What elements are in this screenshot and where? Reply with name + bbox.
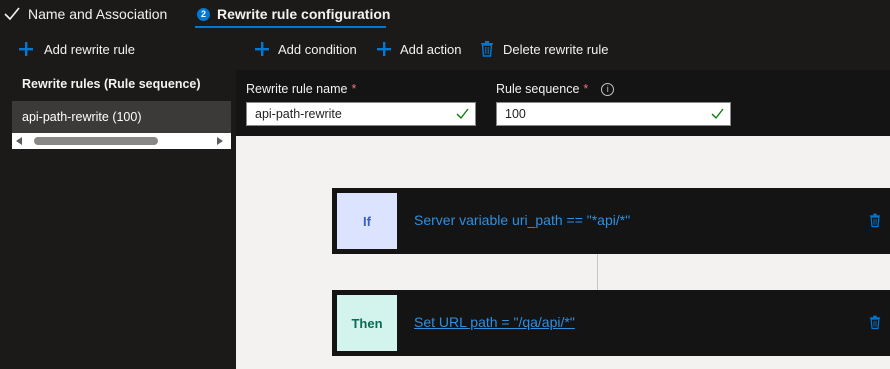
rule-sequence-input[interactable]: 100 xyxy=(496,102,731,126)
if-badge: If xyxy=(337,193,397,249)
rule-sequence-label: Rule sequence * i xyxy=(496,82,615,96)
conditions-canvas: If Server variable uri_path == "*api/*" … xyxy=(236,136,890,369)
active-tab-underline xyxy=(195,26,386,28)
add-rewrite-rule-label: Add rewrite rule xyxy=(44,41,136,57)
plus-icon xyxy=(255,42,269,56)
delete-rewrite-rule-button[interactable]: Delete rewrite rule xyxy=(480,40,609,58)
add-action-label: Add action xyxy=(400,41,462,57)
add-action-button[interactable]: Add action xyxy=(376,40,461,58)
rules-sidebar: Add rewrite rule Rewrite rules (Rule seq… xyxy=(0,30,236,369)
rule-name-label: Rewrite rule name * xyxy=(246,82,356,96)
flow-connector xyxy=(597,251,598,295)
tab-label: Rewrite rule configuration xyxy=(217,6,391,22)
action-link[interactable]: Set URL path = "/qa/api/*" xyxy=(414,314,575,330)
rule-list-item[interactable]: api-path-rewrite (100) xyxy=(12,101,231,133)
scroll-right-icon[interactable] xyxy=(217,137,223,145)
rule-editor: Add condition Add action Delete rewrite … xyxy=(236,30,890,369)
add-condition-button[interactable]: Add condition xyxy=(254,40,357,58)
horizontal-scrollbar[interactable] xyxy=(12,133,231,149)
rule-name-label-text: Rewrite rule name xyxy=(246,82,348,96)
info-icon[interactable]: i xyxy=(601,82,615,96)
trash-icon xyxy=(481,41,493,57)
rule-name-value: api-path-rewrite xyxy=(255,107,342,121)
rule-sequence-value: 100 xyxy=(505,107,526,121)
required-marker: * xyxy=(583,82,589,96)
action-card[interactable]: Then Set URL path = "/qa/api/*" xyxy=(332,290,890,356)
step-number-badge: 2 xyxy=(197,7,210,21)
rule-name-input[interactable]: api-path-rewrite xyxy=(246,102,476,126)
scroll-left-icon[interactable] xyxy=(16,137,22,145)
condition-text[interactable]: Server variable uri_path == "*api/*" xyxy=(414,212,630,228)
then-badge: Then xyxy=(337,295,397,351)
required-marker: * xyxy=(351,82,357,96)
plus-icon xyxy=(377,42,391,56)
trash-icon[interactable] xyxy=(869,213,881,228)
trash-icon[interactable] xyxy=(869,315,881,330)
add-rewrite-rule-button[interactable]: Add rewrite rule xyxy=(18,40,135,58)
rules-list-heading: Rewrite rules (Rule sequence) xyxy=(22,77,201,91)
editor-toolbar: Add condition Add action Delete rewrite … xyxy=(236,30,890,70)
condition-card[interactable]: If Server variable uri_path == "*api/*" xyxy=(332,188,890,254)
rule-sequence-label-text: Rule sequence xyxy=(496,82,580,96)
valid-check-icon xyxy=(711,108,724,120)
tab-label: Name and Association xyxy=(28,6,168,22)
tab-name-and-association[interactable]: Name and Association xyxy=(4,0,167,28)
delete-rewrite-rule-label: Delete rewrite rule xyxy=(503,41,609,57)
wizard-tabs: Name and Association 2 Rewrite rule conf… xyxy=(0,0,890,30)
valid-check-icon xyxy=(456,108,469,120)
check-icon xyxy=(4,7,20,21)
tab-rewrite-rule-configuration[interactable]: 2 Rewrite rule configuration xyxy=(197,0,390,28)
add-condition-label: Add condition xyxy=(278,41,357,57)
plus-icon xyxy=(19,42,33,56)
rule-list-item-label: api-path-rewrite (100) xyxy=(22,110,142,124)
scrollbar-thumb[interactable] xyxy=(34,137,158,145)
